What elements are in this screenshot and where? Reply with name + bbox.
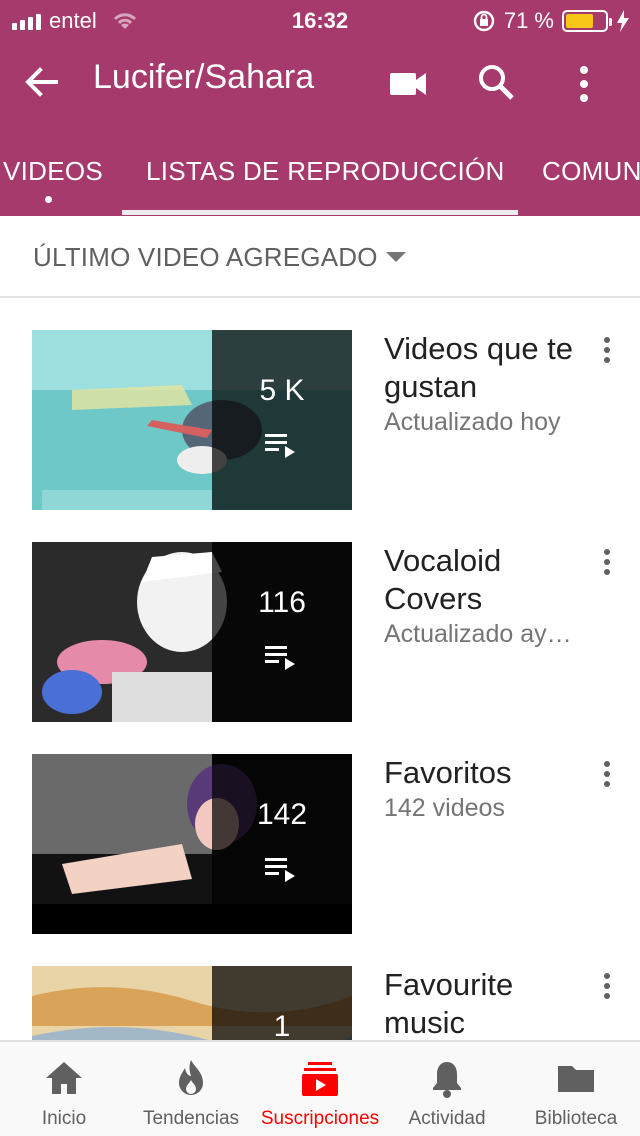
folder-icon bbox=[558, 1066, 594, 1092]
playlist-icon bbox=[265, 646, 295, 670]
nav-label: Tendencias bbox=[142, 1108, 240, 1129]
nav-label: Actividad bbox=[408, 1108, 486, 1129]
playlist-meta: 142 videos bbox=[384, 794, 505, 822]
status-bar: entel 16:32 71 % bbox=[0, 0, 640, 40]
nav-label: Suscripciones bbox=[260, 1108, 380, 1129]
channel-title: Lucifer/Sahara bbox=[93, 58, 315, 96]
nav-activity[interactable]: Actividad bbox=[383, 1042, 511, 1136]
more-vertical-icon[interactable] bbox=[596, 760, 618, 788]
flame-icon bbox=[179, 1060, 203, 1095]
playlist-item[interactable]: 1 Favourite music bbox=[0, 936, 640, 1040]
app-bar: Lucifer/Sahara bbox=[0, 44, 640, 124]
home-icon bbox=[46, 1062, 82, 1094]
tab-playlists[interactable]: LISTAS DE REPRODUCCIÓN bbox=[146, 156, 505, 187]
nav-home[interactable]: Inicio bbox=[0, 1042, 128, 1136]
sort-dropdown[interactable]: ÚLTIMO VIDEO AGREGADO bbox=[0, 216, 640, 298]
playlist-title[interactable]: Favoritos bbox=[384, 754, 584, 792]
playlist-title[interactable]: Vocaloid Covers bbox=[384, 542, 584, 618]
back-arrow-icon[interactable] bbox=[20, 60, 64, 104]
nav-trending[interactable]: Tendencias bbox=[127, 1042, 255, 1136]
video-count: 1 bbox=[273, 1010, 291, 1040]
video-camera-icon[interactable] bbox=[386, 62, 430, 106]
video-count: 116 bbox=[258, 586, 306, 619]
battery-icon bbox=[562, 10, 612, 32]
tab-selected-indicator bbox=[122, 210, 518, 215]
charging-icon bbox=[617, 10, 629, 32]
playlist-icon bbox=[265, 858, 295, 882]
more-vertical-icon[interactable] bbox=[566, 62, 602, 106]
playlist-item[interactable]: 116 Vocaloid Covers Actualizado ay… bbox=[0, 512, 640, 724]
subscriptions-icon bbox=[302, 1062, 338, 1096]
playlist-title[interactable]: Videos que te gustan bbox=[384, 330, 584, 406]
battery-percent: 71 % bbox=[503, 8, 554, 33]
sort-label: ÚLTIMO VIDEO AGREGADO bbox=[33, 242, 378, 272]
bell-icon bbox=[433, 1062, 461, 1098]
rotation-lock-icon bbox=[473, 10, 495, 32]
nav-subscriptions[interactable]: Suscripciones bbox=[256, 1042, 384, 1136]
playlist-thumbnail[interactable]: 1 bbox=[32, 966, 352, 1040]
playlist-icon bbox=[265, 434, 295, 458]
playlist-meta: Actualizado ay… bbox=[384, 620, 572, 648]
nav-library[interactable]: Biblioteca bbox=[512, 1042, 640, 1136]
new-content-dot bbox=[45, 196, 52, 203]
bottom-navigation: Inicio Tendencias Suscripciones Activida… bbox=[0, 1040, 640, 1136]
video-count: 5 K bbox=[259, 374, 305, 407]
nav-label: Biblioteca bbox=[534, 1108, 618, 1129]
channel-header: entel 16:32 71 % Lucifer/Sahara VIDEOS L… bbox=[0, 0, 640, 216]
caret-down-icon bbox=[386, 252, 406, 262]
playlist-list: 5 K Videos que te gustan Actualizado hoy bbox=[0, 300, 640, 1040]
playlist-item[interactable]: 5 K Videos que te gustan Actualizado hoy bbox=[0, 300, 640, 512]
playlist-meta: Actualizado hoy bbox=[384, 408, 561, 436]
playlist-title[interactable]: Favourite music bbox=[384, 966, 584, 1040]
video-count: 142 bbox=[256, 798, 308, 831]
search-icon[interactable] bbox=[474, 60, 518, 104]
tab-community[interactable]: COMUN bbox=[542, 156, 640, 187]
playlist-thumbnail[interactable]: 116 bbox=[32, 542, 352, 722]
tab-videos[interactable]: VIDEOS bbox=[3, 156, 103, 187]
more-vertical-icon[interactable] bbox=[596, 548, 618, 576]
playlist-item[interactable]: 142 Favoritos 142 videos bbox=[0, 724, 640, 936]
channel-tabs: VIDEOS LISTAS DE REPRODUCCIÓN COMUN bbox=[0, 140, 640, 216]
playlist-thumbnail[interactable]: 142 bbox=[32, 754, 352, 934]
playlist-thumbnail[interactable]: 5 K bbox=[32, 330, 352, 510]
more-vertical-icon[interactable] bbox=[596, 336, 618, 364]
more-vertical-icon[interactable] bbox=[596, 972, 618, 1000]
nav-label: Inicio bbox=[41, 1108, 87, 1129]
